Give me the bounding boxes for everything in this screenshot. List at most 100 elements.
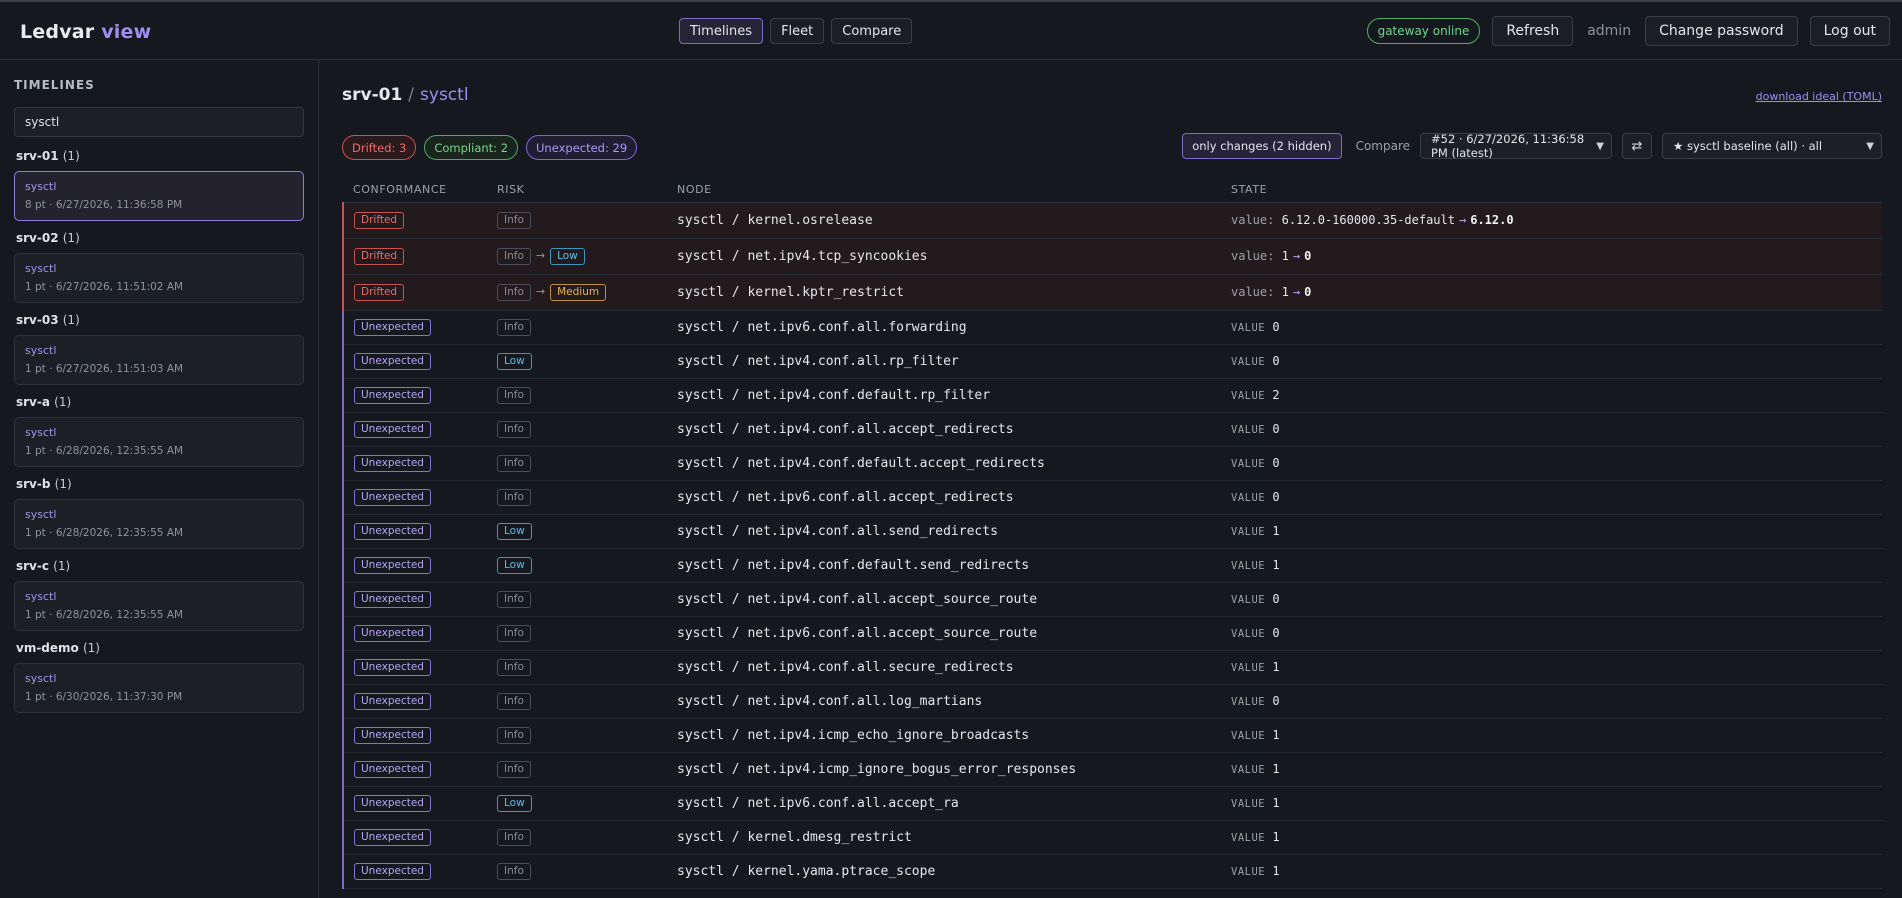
breadcrumb: srv-01 /sysctl [342,85,469,105]
node-cell: sysctl / net.ipv4.tcp_syncookies [667,238,1221,275]
risk-cell: Info [487,820,667,855]
tab-timelines[interactable]: Timelines [679,18,764,44]
conformance-badge: Unexpected [354,386,431,404]
table-row[interactable]: Unexpected Info sysctl / net.ipv4.icmp_ech… [342,718,1882,753]
timeline-group: srv-01 (1) sysctl 8 pt · 6/27/2026, 11:36:… [14,149,304,221]
timeline-card[interactable]: sysctl 1 pt · 6/30/2026, 11:37:30 PM [14,663,304,713]
table-row[interactable]: Unexpected Info sysctl / net.ipv4.conf.def… [342,378,1882,413]
node-cell: sysctl / net.ipv6.conf.all.accept_source… [667,616,1221,651]
state-old-value: 1 [1281,249,1289,263]
table-row[interactable]: Unexpected Info sysctl / kernel.yama.ptrac… [342,854,1882,889]
table-row[interactable]: Drifted Info sysctl / kernel.osrelease valu… [342,202,1882,239]
state-cell: value: 1 → 0 [1221,238,1882,275]
change-password-button[interactable]: Change password [1645,16,1798,46]
group-count: (1) [62,149,80,163]
breadcrumb-leaf: sysctl [420,85,469,105]
timeline-group: srv-a (1) sysctl 1 pt · 6/28/2026, 12:35:5… [14,395,304,467]
column-header-node[interactable]: NODE [667,178,1221,203]
breadcrumb-host[interactable]: srv-01 [342,85,402,105]
column-header-state[interactable]: STATE [1221,178,1882,203]
state-label: VALUE [1231,424,1266,436]
table-row[interactable]: Unexpected Info sysctl / net.ipv4.conf.all… [342,412,1882,447]
timeline-name: sysctl [25,590,57,603]
logout-button[interactable]: Log out [1809,16,1890,46]
timeline-card[interactable]: sysctl 1 pt · 6/27/2026, 11:51:02 AM [14,253,304,303]
conformance-cell: Unexpected [342,752,487,787]
state-label: value: [1231,249,1275,263]
table-row[interactable]: Drifted Info → Low sysctl / net.ipv4.tcp_syn… [342,238,1882,275]
table-row[interactable]: Unexpected Low sysctl / net.ipv4.conf.all.… [342,344,1882,379]
conformance-cell: Unexpected [342,548,487,583]
tab-compare[interactable]: Compare [831,18,913,44]
table-row[interactable]: Unexpected Info sysctl / net.ipv4.conf.all… [342,582,1882,617]
compare-select[interactable]: #52 · 6/27/2026, 11:36:58 PM (latest) ▼ [1420,132,1612,160]
table-row[interactable]: Unexpected Info sysctl / net.ipv4.conf.def… [342,446,1882,481]
timeline-group: vm-demo (1) sysctl 1 pt · 6/30/2026, 11:37… [14,641,304,713]
swap-icon[interactable]: ⇄ [1622,133,1652,159]
state-label: VALUE [1231,730,1266,742]
timeline-card[interactable]: sysctl 1 pt · 6/28/2026, 12:35:55 AM [14,417,304,467]
risk-badge: Info [497,488,531,506]
timeline-meta: 1 pt · 6/27/2026, 11:51:03 AM [25,363,184,375]
node-cell: sysctl / net.ipv4.conf.all.log_martians [667,684,1221,719]
risk-cell: Info [487,684,667,719]
timeline-card[interactable]: sysctl 1 pt · 6/28/2026, 12:35:55 AM [14,499,304,549]
download-ideal-link[interactable]: download ideal (TOML) [1756,90,1882,103]
table-row[interactable]: Unexpected Info sysctl / net.ipv6.conf.all… [342,310,1882,345]
table-row[interactable]: Unexpected Info sysctl / net.ipv6.conf.all… [342,480,1882,515]
state-new-value: 0 [1304,249,1312,263]
table-row[interactable]: Unexpected Low sysctl / net.ipv6.conf.all.… [342,786,1882,821]
state-value: 1 [1272,660,1280,674]
state-cell: VALUE 1 [1221,854,1882,889]
drifted-count-pill[interactable]: Drifted: 3 [342,135,417,160]
timeline-search-input[interactable]: sysctl [14,107,304,137]
state-label: value: [1231,213,1275,227]
state-cell: VALUE 0 [1221,480,1882,515]
only-changes-toggle[interactable]: only changes (2 hidden) [1182,133,1342,159]
risk-badge: Info [497,692,531,710]
summary-pills: Drifted: 3 Compliant: 2 Unexpected: 29 [342,135,638,160]
table-row[interactable]: Unexpected Info sysctl / net.ipv4.conf.all… [342,650,1882,685]
conformance-cell: Unexpected [342,616,487,651]
column-header-conformance[interactable]: CONFORMANCE [343,178,487,203]
state-label: VALUE [1231,458,1266,470]
timeline-card[interactable]: sysctl 1 pt · 6/27/2026, 11:51:03 AM [14,335,304,385]
breadcrumb-separator: / [408,85,415,105]
baseline-select[interactable]: ★ sysctl baseline (all) · all ▼ [1662,133,1882,159]
conformance-cell: Unexpected [342,820,487,855]
timeline-card[interactable]: sysctl 1 pt · 6/28/2026, 12:35:55 AM [14,581,304,631]
node-cell: sysctl / kernel.kptr_restrict [667,274,1221,311]
refresh-button[interactable]: Refresh [1492,16,1574,46]
compliant-count-pill[interactable]: Compliant: 2 [424,135,519,160]
table-row[interactable]: Unexpected Info sysctl / net.ipv4.conf.all… [342,684,1882,719]
tab-fleet[interactable]: Fleet [770,18,825,44]
state-cell: VALUE 1 [1221,718,1882,753]
brand-logo[interactable]: Ledvar view [20,21,151,43]
table-row[interactable]: Unexpected Low sysctl / net.ipv4.conf.defa… [342,548,1882,583]
conformance-badge: Unexpected [354,760,431,778]
node-cell: sysctl / net.ipv4.conf.default.send_redi… [667,548,1221,583]
table-row[interactable]: Unexpected Info sysctl / net.ipv4.icmp_ign… [342,752,1882,787]
node-cell: sysctl / net.ipv4.conf.default.accept_re… [667,446,1221,481]
table-row[interactable]: Unexpected Info sysctl / kernel.dmesg_rest… [342,820,1882,855]
risk-badge: Info [497,247,531,265]
state-value: 1 [1272,558,1280,572]
conformance-cell: Unexpected [342,786,487,821]
table-row[interactable]: Unexpected Low sysctl / net.ipv4.conf.all.… [342,514,1882,549]
risk-cell: Info [487,582,667,617]
node-cell: sysctl / kernel.dmesg_restrict [667,820,1221,855]
main-panel: srv-01 /sysctl download ideal (TOML) Drif… [320,60,1902,898]
state-value: 2 [1272,388,1280,402]
unexpected-count-pill[interactable]: Unexpected: 29 [526,135,638,160]
state-value: 1 [1272,796,1280,810]
state-value: 0 [1272,422,1280,436]
column-header-risk[interactable]: RISK [487,178,667,203]
user-name: admin [1587,23,1632,39]
conformance-cell: Unexpected [342,412,487,447]
table-row[interactable]: Unexpected Info sysctl / net.ipv6.conf.all… [342,616,1882,651]
timeline-card[interactable]: sysctl 8 pt · 6/27/2026, 11:36:58 PM [14,171,304,221]
risk-cell: Info [487,854,667,889]
table-row[interactable]: Drifted Info → Medium sysctl / kernel.kptr_r… [342,274,1882,311]
state-value: 0 [1272,456,1280,470]
conformance-cell: Unexpected [342,718,487,753]
